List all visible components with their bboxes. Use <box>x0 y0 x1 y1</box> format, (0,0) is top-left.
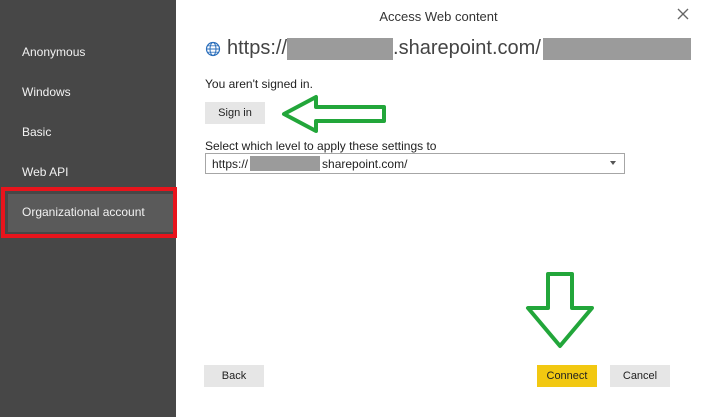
back-button[interactable]: Back <box>204 365 264 387</box>
green-arrow-left-icon <box>282 95 386 133</box>
access-web-content-dialog: Anonymous Windows Basic Web API Organiza… <box>0 0 701 417</box>
green-arrow-down-icon <box>526 272 594 348</box>
level-value-suffix: sharepoint.com/ <box>322 156 408 171</box>
sidebar-item-basic[interactable]: Basic <box>22 125 51 139</box>
sign-in-button[interactable]: Sign in <box>205 102 265 124</box>
close-icon <box>677 8 689 20</box>
sidebar-item-windows[interactable]: Windows <box>22 85 71 99</box>
level-select[interactable]: https:// sharepoint.com/ <box>205 153 625 174</box>
auth-sidebar: Anonymous Windows Basic Web API Organiza… <box>0 0 177 417</box>
connect-button[interactable]: Connect <box>537 365 597 387</box>
url-prefix: https:// <box>227 37 288 59</box>
level-label: Select which level to apply these settin… <box>205 139 437 153</box>
dialog-title: Access Web content <box>379 9 498 24</box>
sign-in-status: You aren't signed in. <box>205 77 313 91</box>
redacted-block <box>542 37 691 60</box>
sidebar-item-anonymous[interactable]: Anonymous <box>22 45 85 59</box>
redacted-block <box>250 156 321 171</box>
chevron-down-icon <box>610 161 616 165</box>
level-value-prefix: https:// <box>212 156 249 171</box>
sidebar-item-web-api[interactable]: Web API <box>22 165 68 179</box>
redacted-block <box>287 37 394 60</box>
red-highlight-box <box>1 187 177 238</box>
url-domain: .sharepoint.com/ <box>393 37 541 59</box>
close-button[interactable] <box>675 6 691 22</box>
url-heading: https:// .sharepoint.com/ <box>205 37 691 60</box>
cancel-button[interactable]: Cancel <box>610 365 670 387</box>
globe-icon <box>205 41 221 56</box>
